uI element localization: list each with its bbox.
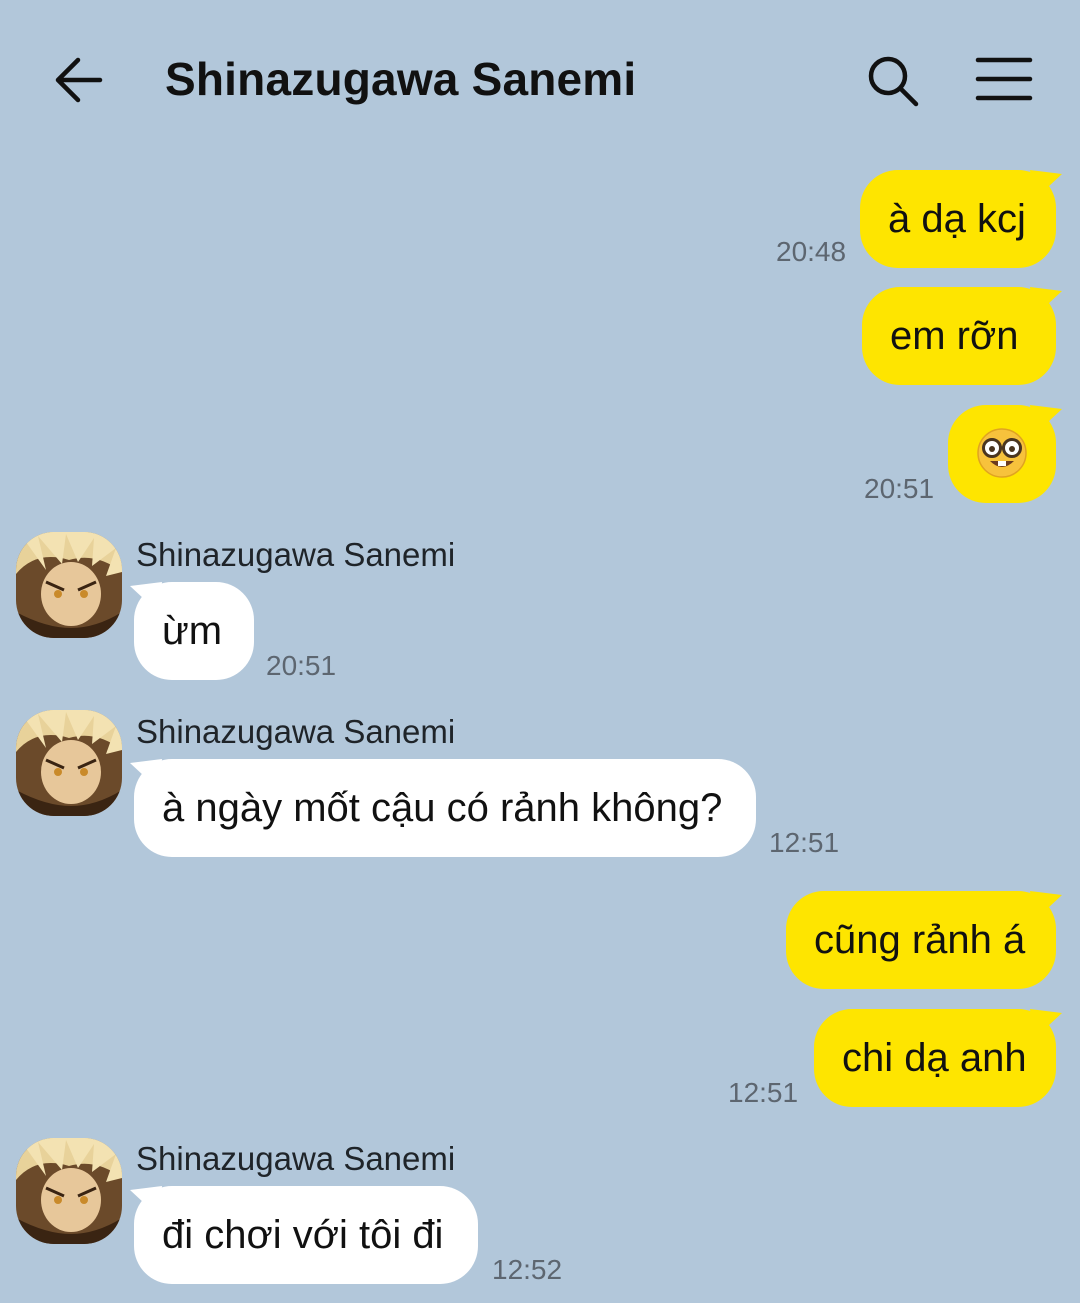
avatar-image <box>16 710 122 816</box>
message-timestamp: 20:48 <box>776 236 847 267</box>
avatar-image <box>16 532 122 638</box>
their-message-bubble[interactable]: à ngày mốt cậu có rảnh không? <box>134 759 756 857</box>
sender-name: Shinazugawa Sanemi <box>136 1140 456 1177</box>
arrow-left-icon <box>55 57 103 103</box>
chat-title: Shinazugawa Sanemi <box>165 53 637 105</box>
avatar[interactable] <box>16 1138 122 1244</box>
message-timestamp: 12:51 <box>728 1077 799 1108</box>
avatar-image <box>16 1138 122 1244</box>
search-icon <box>868 56 919 107</box>
chat-header: Shinazugawa Sanemi <box>0 0 1080 160</box>
sender-name: Shinazugawa Sanemi <box>136 536 456 573</box>
nerd-face-emoji-icon <box>977 428 1027 479</box>
my-message-bubble[interactable]: chi dạ anh <box>814 1009 1056 1107</box>
menu-button[interactable] <box>972 52 1036 108</box>
their-message-bubble[interactable]: ừm <box>134 582 254 680</box>
avatar[interactable] <box>16 532 122 638</box>
message-timestamp: 12:51 <box>769 827 840 858</box>
avatar[interactable] <box>16 710 122 816</box>
hamburger-menu-icon <box>975 57 1033 101</box>
my-message-bubble[interactable]: cũng rảnh á <box>786 891 1056 989</box>
sender-name: Shinazugawa Sanemi <box>136 713 456 750</box>
message-timestamp: 20:51 <box>864 473 935 504</box>
search-button[interactable] <box>864 52 924 108</box>
my-message-bubble[interactable] <box>948 405 1056 503</box>
message-timestamp: 20:51 <box>266 650 337 681</box>
message-timestamp: 12:52 <box>492 1254 563 1285</box>
my-message-bubble[interactable]: à dạ kcj <box>860 170 1056 268</box>
back-button[interactable] <box>50 52 108 108</box>
their-message-bubble[interactable]: đi chơi với tôi đi <box>134 1186 478 1284</box>
my-message-bubble[interactable]: em rỡn <box>862 287 1056 385</box>
